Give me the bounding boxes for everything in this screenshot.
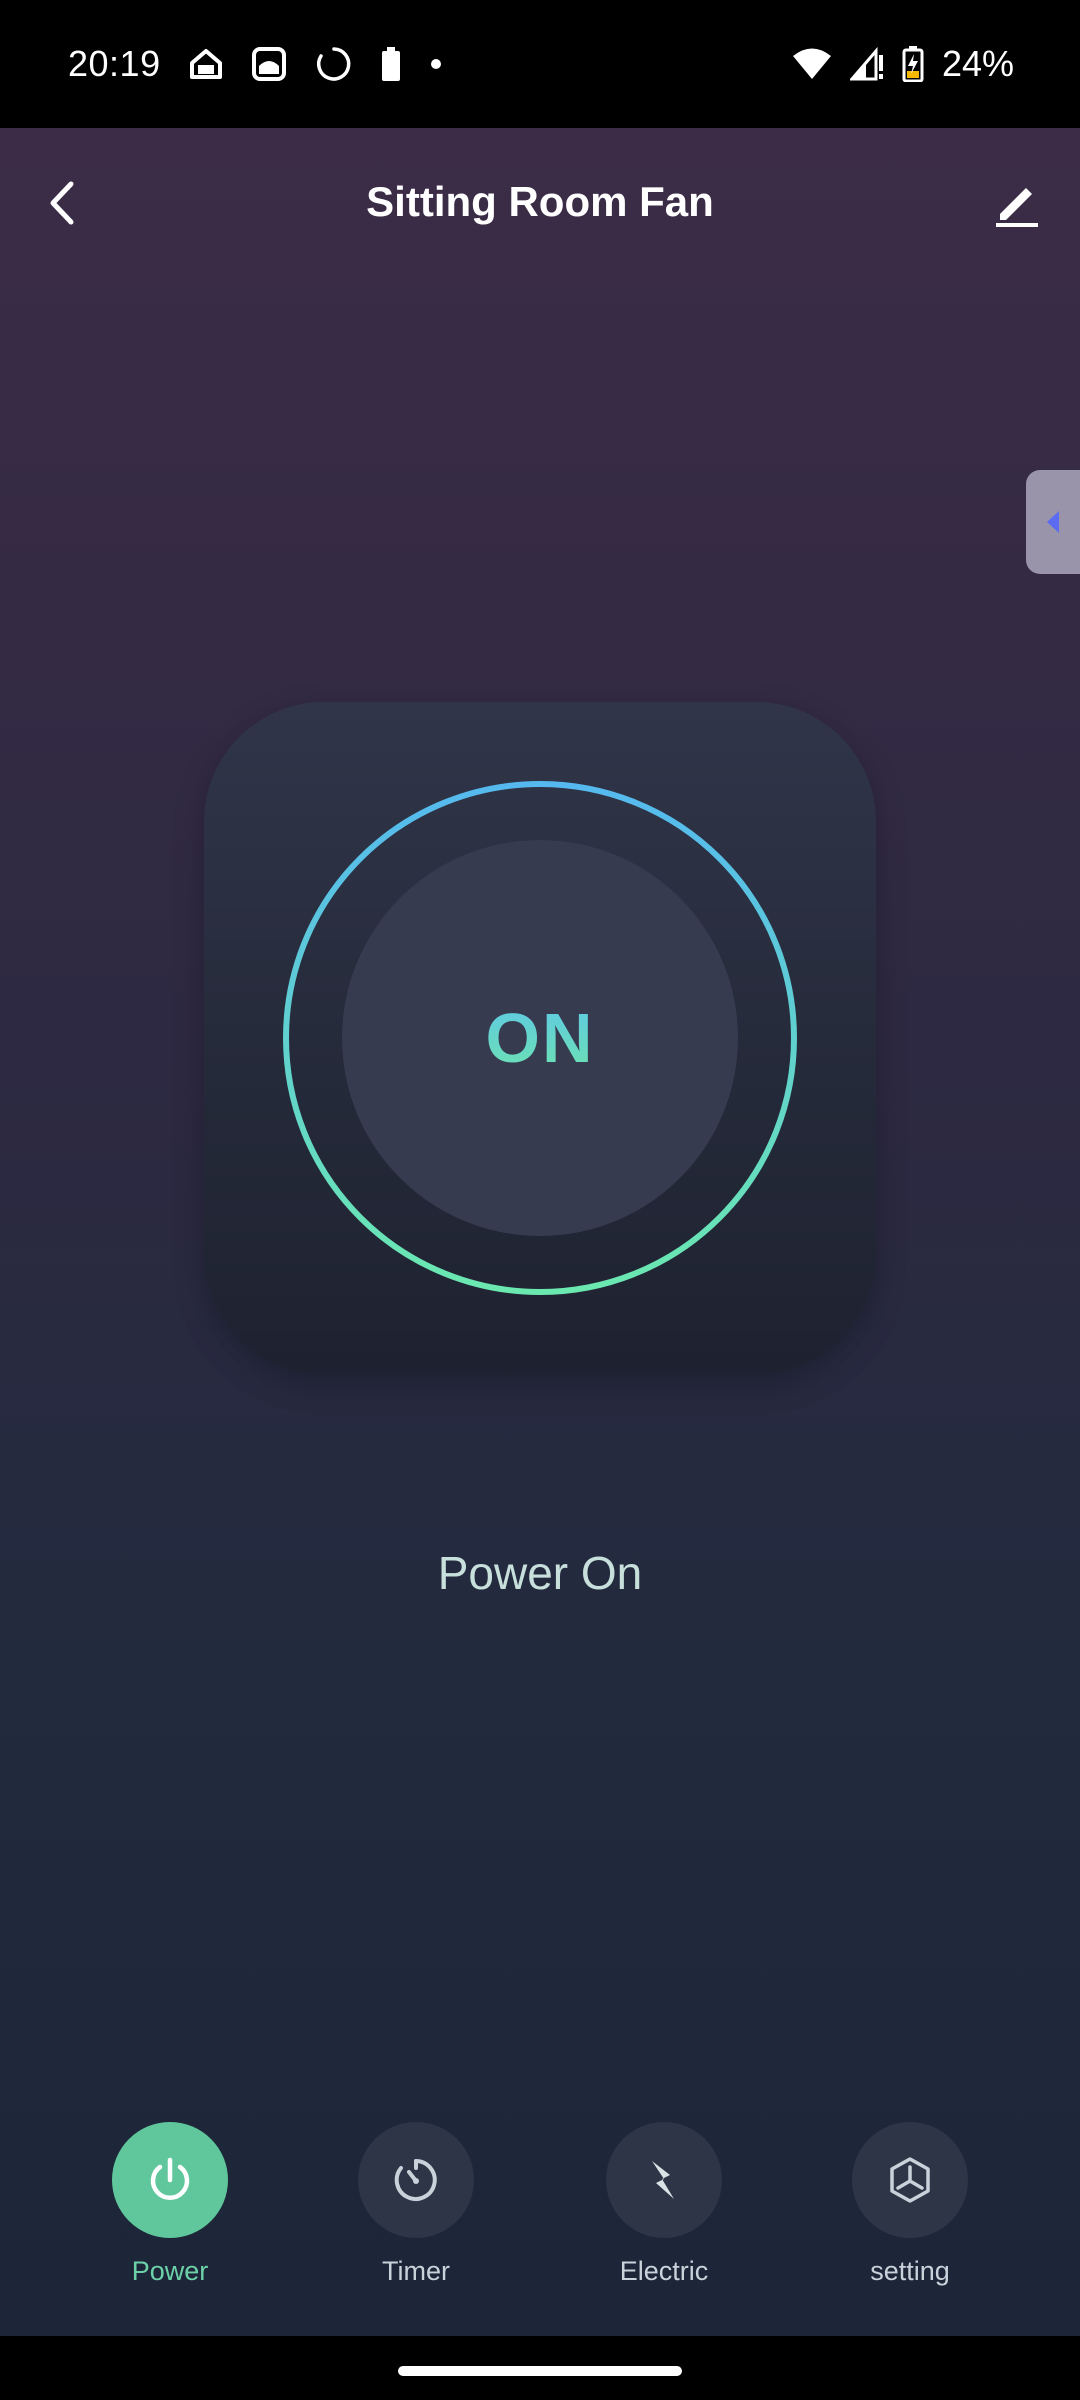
phone-screen: 20:19 24% Sitting Room Fan ON Power On P…	[0, 0, 1080, 2400]
power-action[interactable]: Power	[70, 2122, 270, 2287]
loading-icon	[315, 45, 353, 83]
power-button[interactable]: ON	[342, 840, 738, 1236]
battery-charging-icon	[902, 46, 924, 82]
power-icon	[150, 2157, 190, 2200]
home-gesture-handle[interactable]	[398, 2366, 682, 2376]
edit-pencil-icon	[996, 188, 1038, 227]
setting-action-label: setting	[870, 2256, 950, 2286]
page-title: Sitting Room Fan	[366, 178, 714, 225]
battery-percent: 24%	[941, 43, 1014, 84]
electric-action[interactable]: Electric	[564, 2122, 764, 2287]
status-time: 20:19	[68, 43, 161, 84]
top-bar: Sitting Room Fan	[0, 128, 1080, 278]
action-bar: Power Timer Electric setting	[0, 2122, 1080, 2312]
battery-small-icon	[381, 47, 401, 81]
photo-icon	[251, 46, 287, 82]
timer-icon	[394, 2159, 437, 2201]
electric-action-label: Electric	[619, 2256, 709, 2286]
lightning-icon	[652, 2161, 674, 2199]
power-status-text: Power On	[437, 1547, 643, 1599]
power-action-button[interactable]	[112, 2122, 228, 2238]
navigation-bar	[0, 2336, 1080, 2400]
timer-action-button[interactable]	[358, 2122, 474, 2238]
edit-button[interactable]	[982, 168, 1052, 238]
power-toggle-card[interactable]: ON	[204, 702, 876, 1374]
status-bar-left: 20:19	[68, 43, 443, 85]
wifi-icon	[792, 47, 832, 81]
cube-icon	[890, 2157, 930, 2203]
electric-action-button[interactable]	[606, 2122, 722, 2238]
power-action-label: Power	[131, 2256, 209, 2286]
setting-action[interactable]: setting	[810, 2122, 1010, 2287]
app-content: Sitting Room Fan ON Power On Power Timer…	[0, 128, 1080, 2336]
timer-action-label: Timer	[382, 2256, 450, 2286]
dot-icon	[429, 57, 443, 71]
signal-icon	[849, 47, 884, 81]
power-state-label: ON	[485, 999, 595, 1077]
timer-action[interactable]: Timer	[316, 2122, 516, 2287]
caret-left-icon	[1047, 511, 1059, 533]
home-icon	[189, 47, 223, 81]
side-panel-tab[interactable]	[1026, 470, 1080, 574]
status-bar: 20:19 24%	[0, 0, 1080, 128]
setting-action-button[interactable]	[852, 2122, 968, 2238]
status-bar-right: 24%	[792, 43, 1014, 85]
